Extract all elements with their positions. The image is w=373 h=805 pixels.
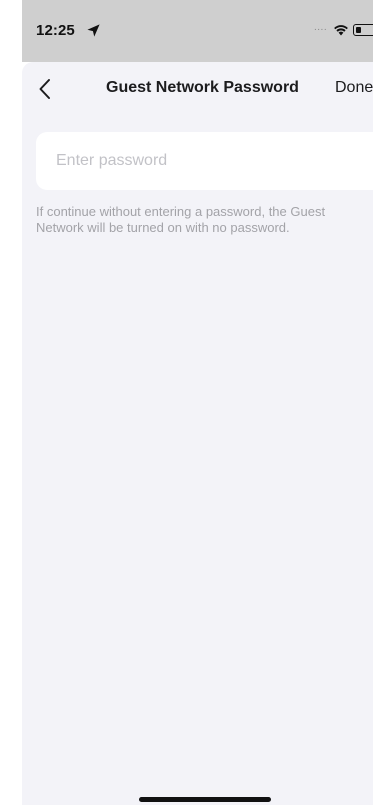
battery-icon bbox=[353, 24, 373, 36]
page-title: Guest Network Password bbox=[106, 79, 299, 96]
password-input[interactable] bbox=[56, 132, 373, 190]
back-button[interactable] bbox=[30, 74, 60, 104]
wifi-icon bbox=[334, 25, 348, 36]
signal-dots: .... bbox=[314, 22, 328, 33]
done-button[interactable]: Done bbox=[335, 79, 373, 97]
chevron-left-icon bbox=[39, 79, 50, 99]
screen: 12:25 .... Guest Network Password Done I… bbox=[0, 0, 373, 805]
status-bar: 12:25 .... bbox=[22, 0, 373, 62]
nav-bar: Guest Network Password Done bbox=[22, 62, 373, 118]
location-arrow-icon bbox=[87, 24, 100, 37]
password-card bbox=[36, 132, 373, 190]
status-time: 12:25 bbox=[36, 22, 75, 39]
home-indicator[interactable] bbox=[139, 797, 271, 802]
left-edge bbox=[0, 0, 22, 805]
battery-fill bbox=[355, 26, 361, 33]
hint-text: If continue without entering a password,… bbox=[36, 204, 326, 235]
modal-sheet: Guest Network Password Done If continue … bbox=[22, 62, 373, 805]
